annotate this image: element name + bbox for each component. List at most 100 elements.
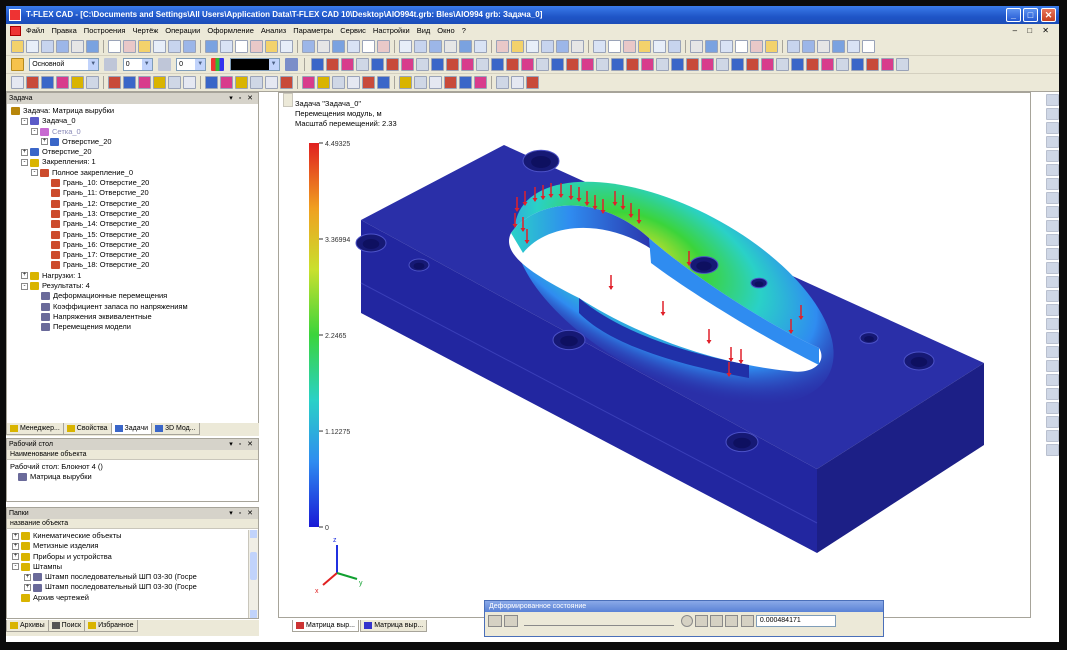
toolbar-button[interactable] xyxy=(431,58,445,71)
document-window-controls[interactable]: – □ ✕ xyxy=(1013,24,1053,38)
toolbar-button[interactable] xyxy=(56,76,69,89)
toolbar-button[interactable] xyxy=(41,76,54,89)
toolbar-button[interactable] xyxy=(761,58,775,71)
toolbar-button[interactable] xyxy=(138,40,151,53)
panel-controls[interactable]: ▾ ▫ ✕ xyxy=(229,439,255,450)
step-forward-button[interactable] xyxy=(740,615,754,627)
animation-slider[interactable] xyxy=(524,616,675,626)
expand-toggle-icon[interactable]: + xyxy=(12,532,19,540)
expand-toggle-icon[interactable]: - xyxy=(21,159,28,166)
toolbar-button[interactable] xyxy=(71,40,84,53)
view-tool-button[interactable] xyxy=(1046,290,1059,302)
toolbar-button[interactable] xyxy=(414,76,427,89)
toolbar-button[interactable] xyxy=(474,76,487,89)
menu-item[interactable]: Сервис xyxy=(340,24,366,38)
toolbar-button[interactable] xyxy=(332,40,345,53)
toolbar-button[interactable] xyxy=(302,76,315,89)
toolbar-button[interactable] xyxy=(123,40,136,53)
view-tool-button[interactable] xyxy=(1046,192,1059,204)
style-icon[interactable] xyxy=(284,58,298,71)
view-tool-button[interactable] xyxy=(1046,136,1059,148)
tree-item[interactable]: Перемещения модели xyxy=(7,322,258,332)
tree-item[interactable]: - Закрепления: 1 xyxy=(7,157,258,167)
view-tool-button[interactable] xyxy=(1046,416,1059,428)
toolbar-button[interactable] xyxy=(347,76,360,89)
workspace-row[interactable]: Матрица вырубки xyxy=(10,472,258,482)
toolbar-button[interactable] xyxy=(235,76,248,89)
toolbar-button[interactable] xyxy=(608,40,621,53)
toolbar-button[interactable] xyxy=(205,40,218,53)
level-input[interactable]: 0 xyxy=(122,58,153,71)
minimize-button[interactable]: _ xyxy=(1006,8,1021,22)
library-scrollbar[interactable] xyxy=(248,530,258,618)
toolbar-button[interactable] xyxy=(362,40,375,53)
panel-tab[interactable]: Архивы xyxy=(6,620,49,632)
toolbar-button[interactable] xyxy=(817,40,830,53)
view-tool-button[interactable] xyxy=(1046,318,1059,330)
toolbar-button[interactable] xyxy=(108,76,121,89)
toolbar-button[interactable] xyxy=(656,58,670,71)
expand-toggle-icon[interactable]: + xyxy=(24,584,31,591)
toolbar-button[interactable] xyxy=(41,40,54,53)
toolbar-button[interactable] xyxy=(153,40,166,53)
toolbar-button[interactable] xyxy=(593,40,606,53)
tree-item[interactable]: + Нагрузки: 1 xyxy=(7,271,258,281)
toolbar-button[interactable] xyxy=(86,76,99,89)
expand-toggle-icon[interactable]: + xyxy=(24,573,31,581)
library-item[interactable]: + Штамп последовательный ШП 03-30 (Госре xyxy=(10,582,258,592)
workspace-row[interactable]: Рабочий стол: Блокнот 4 () xyxy=(10,462,258,472)
tree-item[interactable]: Деформационные перемещения xyxy=(7,291,258,301)
expand-toggle-icon[interactable]: + xyxy=(12,553,19,561)
toolbar-button[interactable] xyxy=(205,76,218,89)
toolbar-button[interactable] xyxy=(429,76,442,89)
panel-tab[interactable]: Свойства xyxy=(62,423,112,435)
toolbar-button[interactable] xyxy=(302,40,315,53)
toolbar-button[interactable] xyxy=(326,58,340,71)
toolbar-button[interactable] xyxy=(506,58,520,71)
toolbar-button[interactable] xyxy=(220,76,233,89)
color-icon[interactable] xyxy=(211,58,225,71)
toolbar-button[interactable] xyxy=(250,40,263,53)
toolbar-button[interactable] xyxy=(671,58,685,71)
view-tool-button[interactable] xyxy=(1046,262,1059,274)
library-item[interactable]: + Метизные изделия xyxy=(10,541,258,551)
toolbar-button[interactable] xyxy=(386,58,400,71)
tree-item[interactable]: Напряжения эквивалентные xyxy=(7,312,258,322)
toolbar-button[interactable] xyxy=(787,40,800,53)
toolbar-button[interactable] xyxy=(566,58,580,71)
3d-viewport[interactable]: Задача "Задача_0" Перемещения модуль, м … xyxy=(278,92,1031,618)
toolbar-button[interactable] xyxy=(220,40,233,53)
tree-item[interactable]: Задача: Матрица вырубки xyxy=(7,106,258,116)
view-tool-button[interactable] xyxy=(1046,430,1059,442)
toolbar-button[interactable] xyxy=(11,40,24,53)
deformation-value-field[interactable]: 0.000484171 xyxy=(755,615,836,627)
view-tool-button[interactable] xyxy=(1046,248,1059,260)
view-tool-button[interactable] xyxy=(1046,178,1059,190)
toolbar-button[interactable] xyxy=(641,58,655,71)
toolbar-button[interactable] xyxy=(108,40,121,53)
toolbar-button[interactable] xyxy=(491,58,505,71)
library-item[interactable]: + Приборы и устройства xyxy=(10,552,258,562)
panel-tab[interactable]: 3D Мод... xyxy=(151,423,200,435)
toolbar-button[interactable] xyxy=(347,40,360,53)
menu-item[interactable]: Операции xyxy=(165,24,200,38)
toolbar-button[interactable] xyxy=(317,40,330,53)
tree-item[interactable]: Грань_16: Отверстие_20 xyxy=(7,240,258,250)
toolbar-button[interactable] xyxy=(401,58,415,71)
expand-toggle-icon[interactable]: - xyxy=(31,169,38,177)
expand-toggle-icon[interactable]: - xyxy=(21,117,28,125)
toolbar-button[interactable] xyxy=(832,40,845,53)
toolbar-button[interactable] xyxy=(71,76,84,89)
toolbar-button[interactable] xyxy=(596,58,610,71)
toolbar-button[interactable] xyxy=(735,40,748,53)
toolbar-button[interactable] xyxy=(153,76,166,89)
tree-item[interactable]: Грань_15: Отверстие_20 xyxy=(7,230,258,240)
view-tool-button[interactable] xyxy=(1046,164,1059,176)
panel-controls[interactable]: ▾ ▫ ✕ xyxy=(229,93,255,104)
toolbar-button[interactable] xyxy=(446,58,460,71)
toolbar-button[interactable] xyxy=(416,58,430,71)
view-tool-button[interactable] xyxy=(1046,206,1059,218)
scroll-thumb[interactable] xyxy=(250,552,257,580)
toolbar-button[interactable] xyxy=(356,58,370,71)
toolbar-button[interactable] xyxy=(806,58,820,71)
